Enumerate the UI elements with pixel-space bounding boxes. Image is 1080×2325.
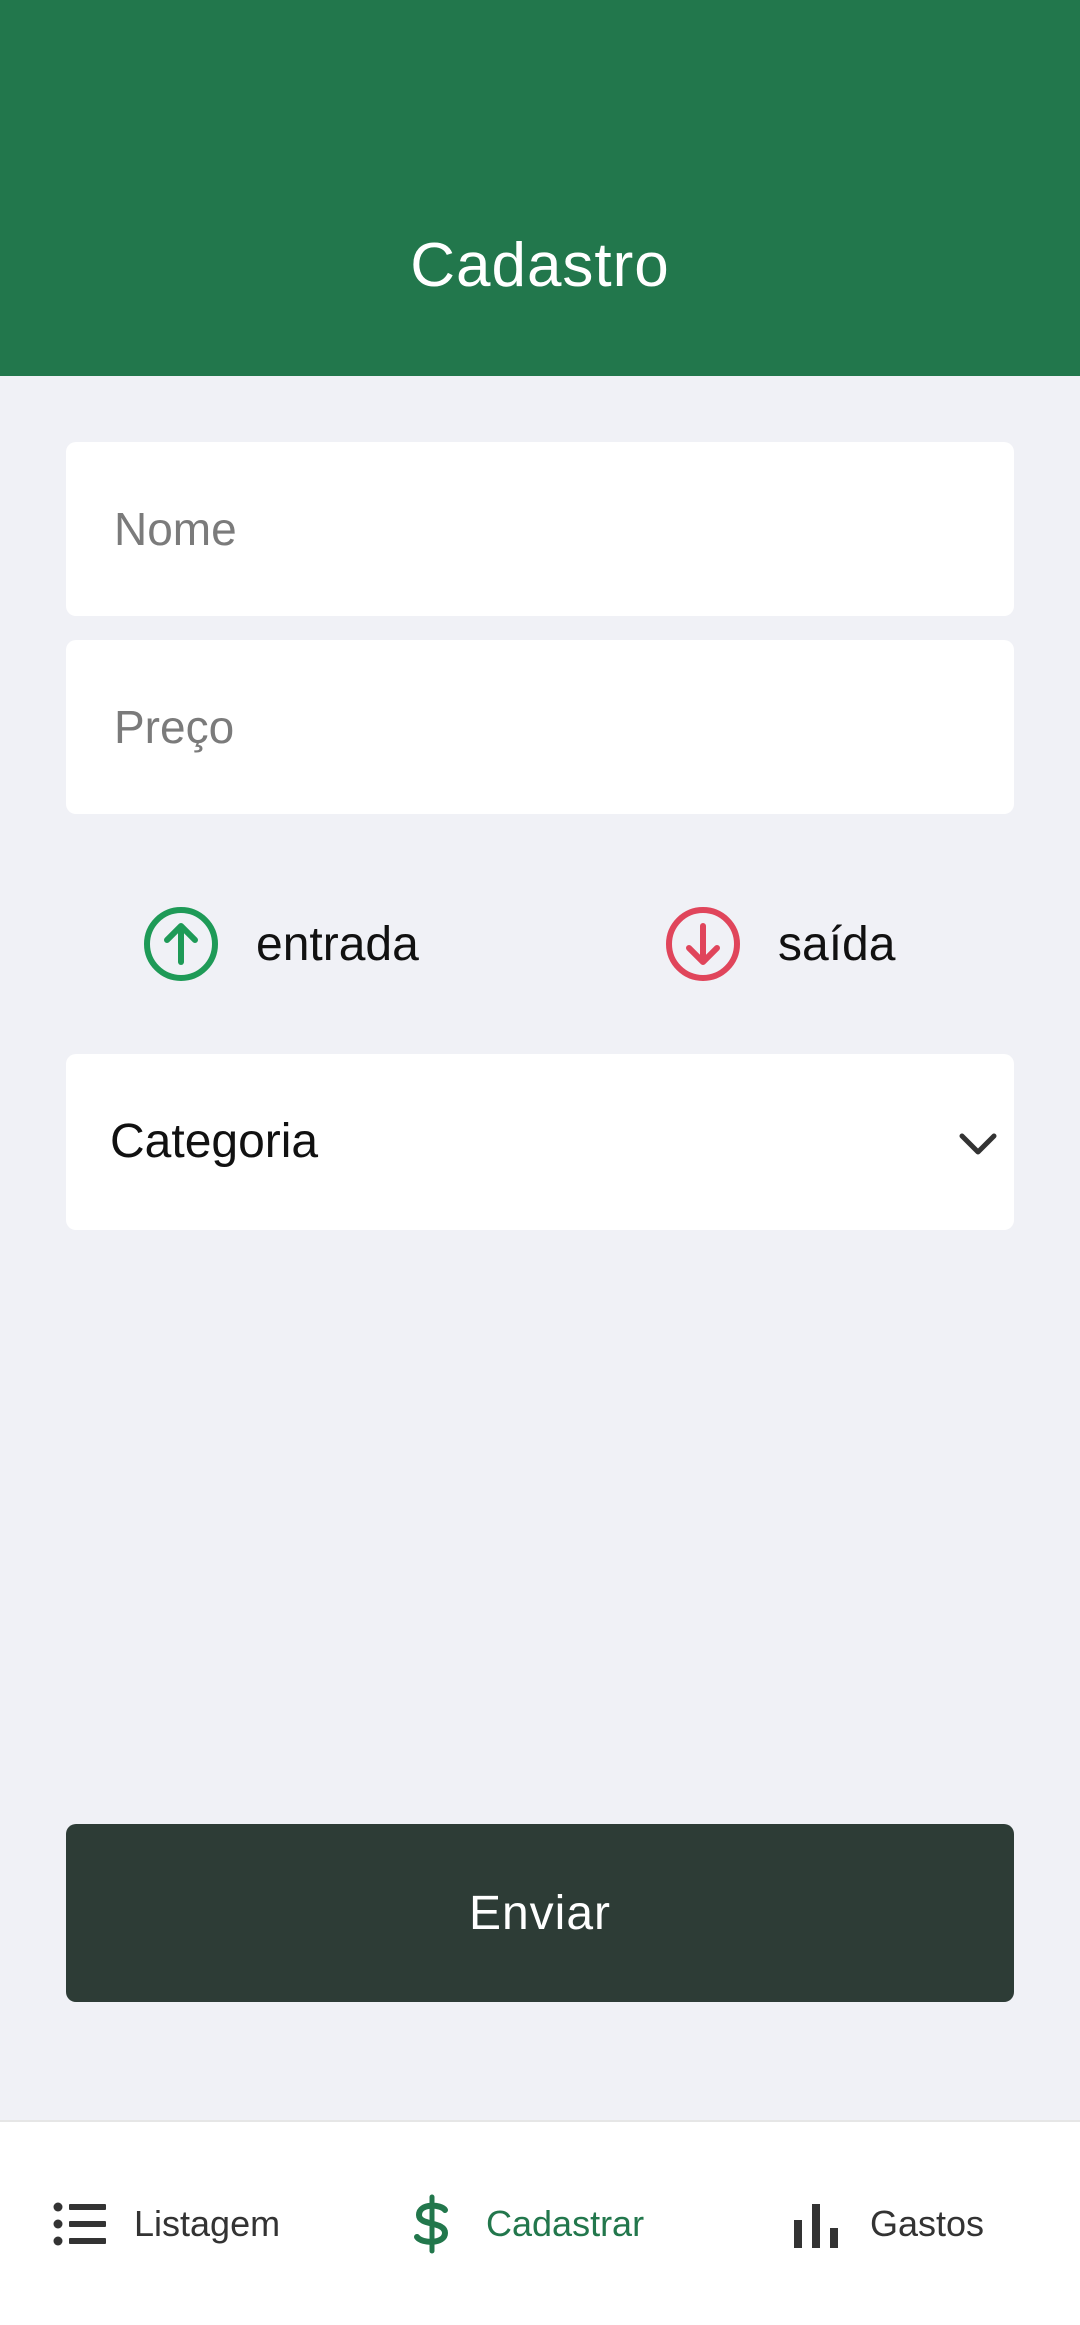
dollar-icon (414, 2194, 449, 2253)
nav-item-gastos[interactable]: Gastos (786, 2122, 984, 2325)
chevron-down-icon (959, 1133, 997, 1155)
income-type-option[interactable]: entrada (142, 904, 419, 984)
price-input[interactable] (66, 640, 1014, 814)
bottom-navigation: Listagem Cadastrar Gastos (0, 2120, 1080, 2325)
name-input[interactable] (66, 442, 1014, 616)
nav-label-listagem: Listagem (134, 2202, 281, 2244)
page-title: Cadastro (410, 231, 670, 300)
submit-button[interactable]: Enviar (66, 1824, 1014, 2002)
nav-item-listagem[interactable]: Listagem (50, 2122, 280, 2325)
nav-item-cadastrar[interactable]: Cadastrar (402, 2122, 644, 2325)
category-select[interactable]: Categoria (66, 1054, 1014, 1230)
nav-label-cadastrar: Cadastrar (486, 2202, 645, 2244)
list-icon (53, 2202, 106, 2245)
expense-type-label: saída (778, 917, 896, 971)
income-type-label: entrada (256, 917, 419, 971)
arrow-up-circle-icon (144, 907, 218, 981)
arrow-down-circle-icon (666, 907, 740, 981)
price-field-card (66, 640, 1014, 814)
category-select-value: Categoria (110, 1115, 319, 1168)
name-field-card (66, 442, 1014, 616)
expense-type-option[interactable]: saída (664, 904, 895, 984)
app-header: Cadastro (0, 0, 1080, 376)
nav-label-gastos: Gastos (870, 2202, 985, 2244)
bar-chart-icon (794, 2203, 838, 2248)
